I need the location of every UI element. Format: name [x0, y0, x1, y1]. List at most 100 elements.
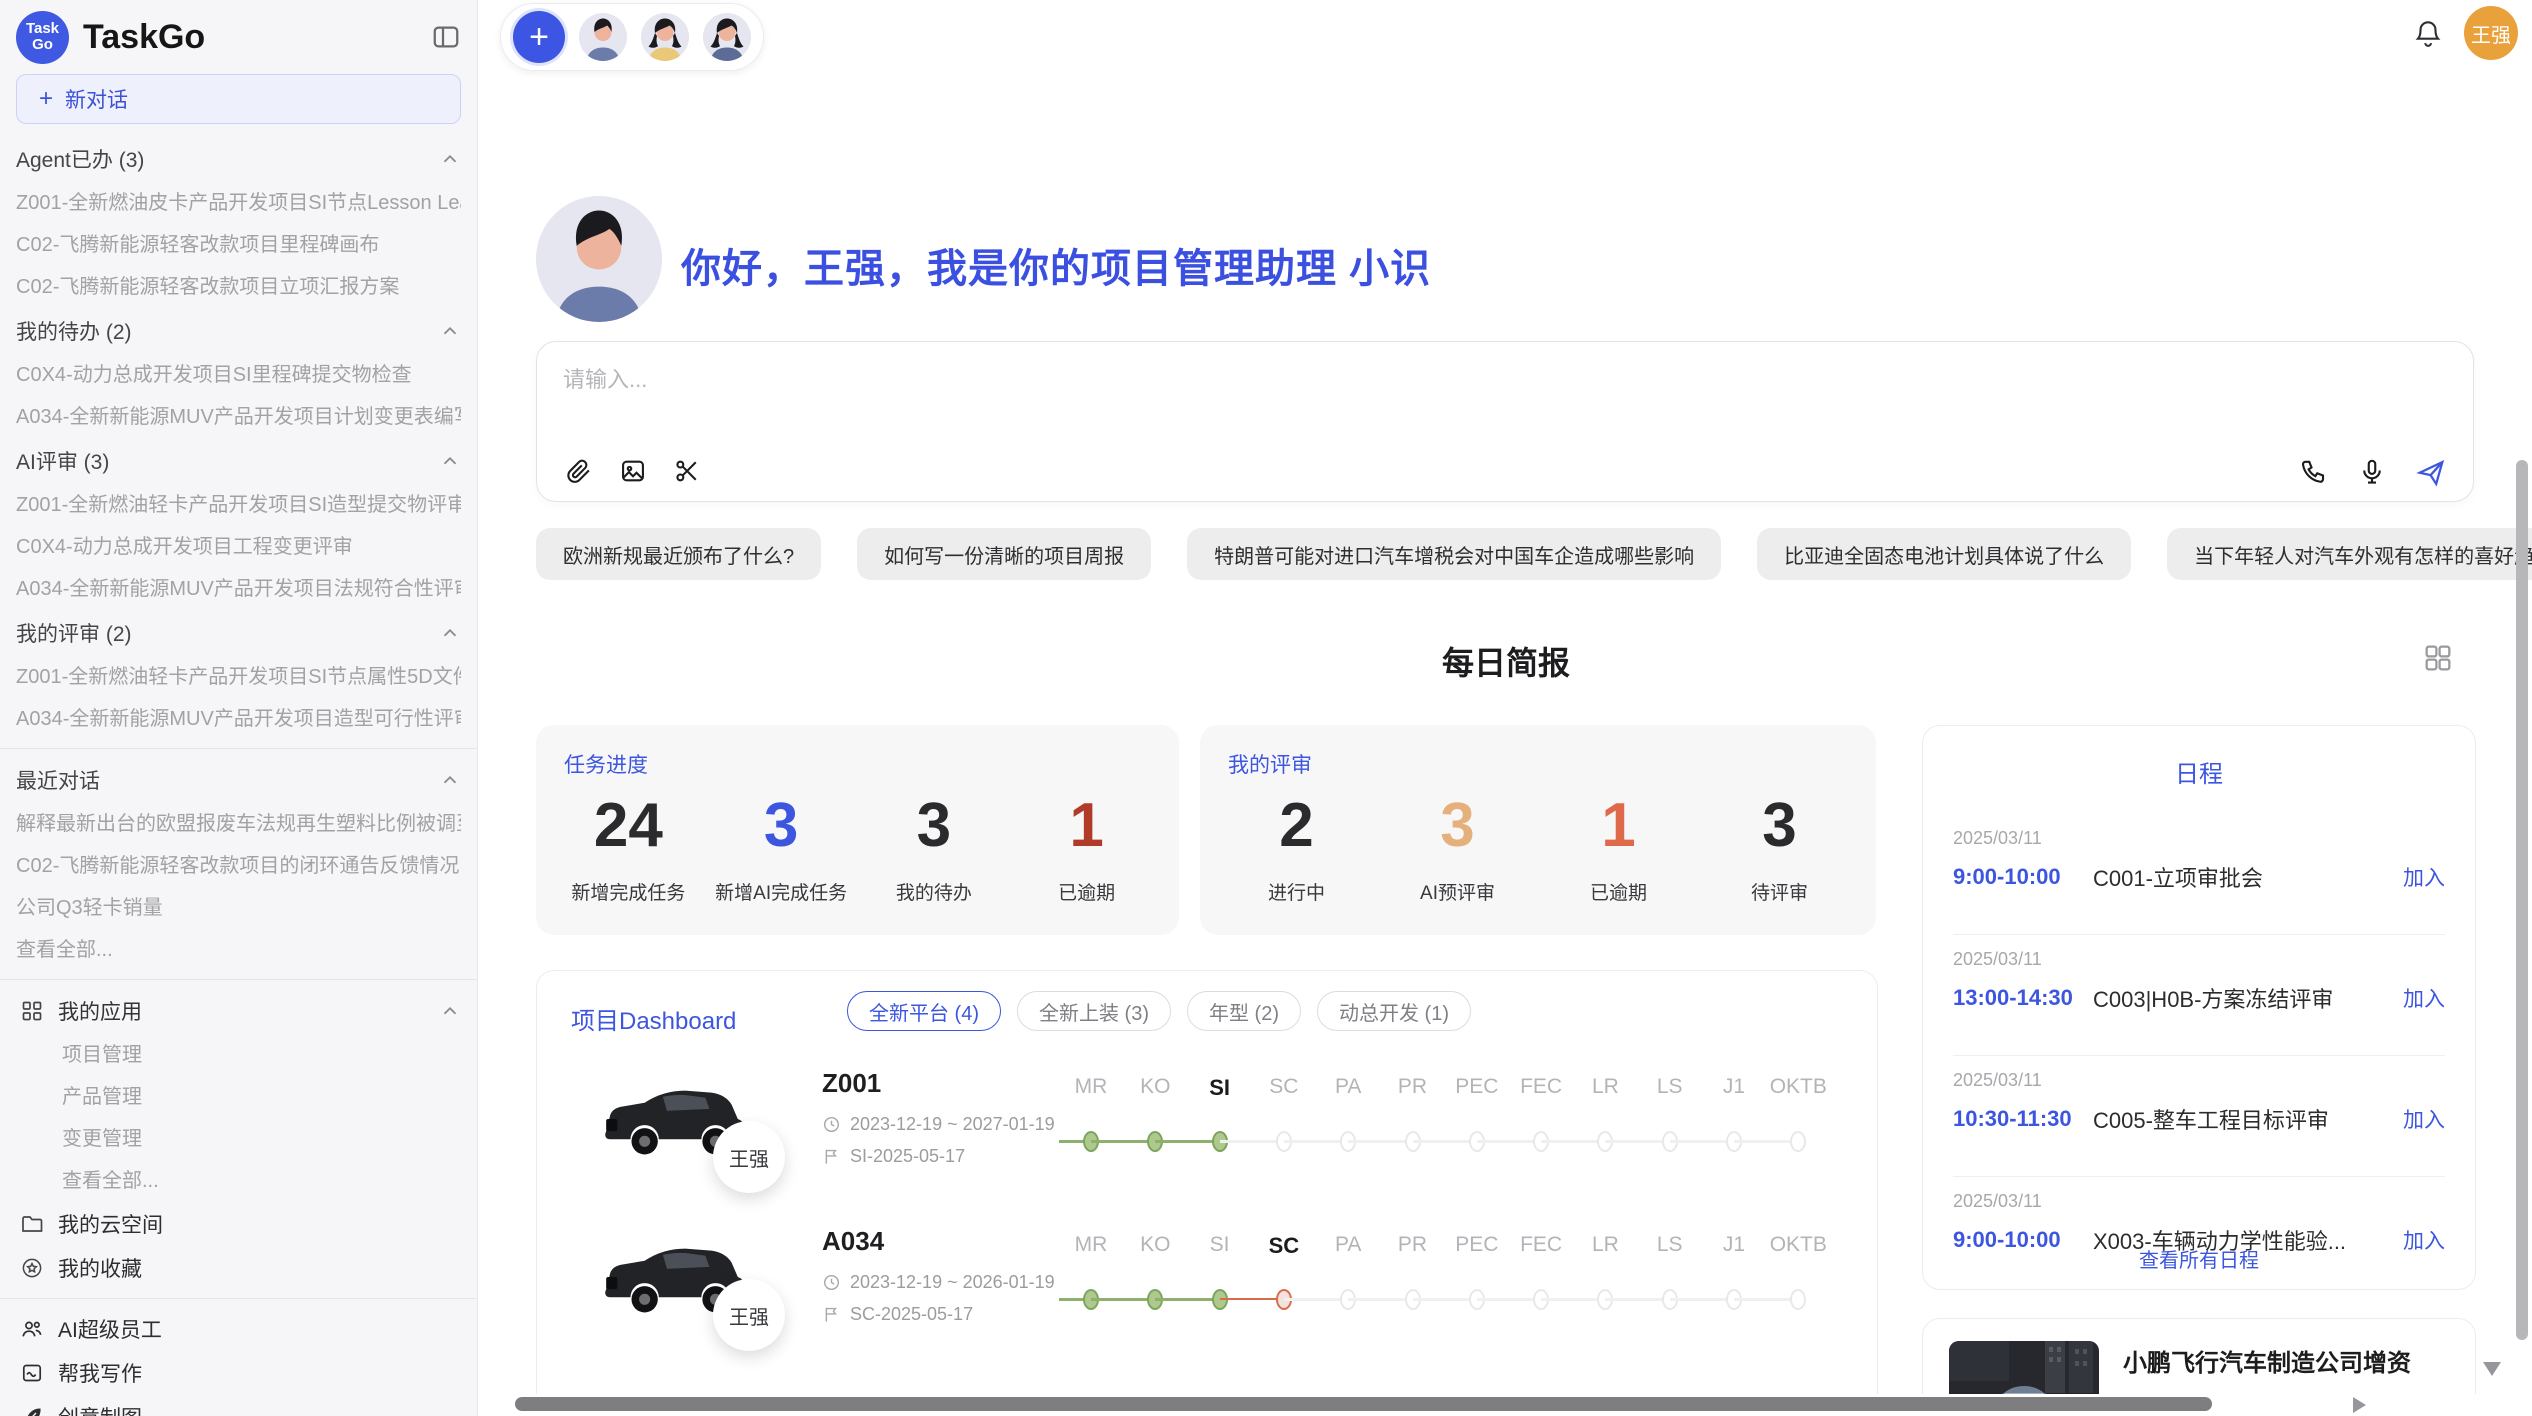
send-icon[interactable]: [2415, 457, 2443, 485]
image-icon[interactable]: [619, 457, 647, 485]
milestone-segment: [1091, 1140, 1155, 1143]
scroll-down-arrow-icon[interactable]: [2483, 1362, 2501, 1376]
tool-label: 我的云空间: [58, 1209, 163, 1239]
milestone-segment: [1541, 1298, 1605, 1301]
logo-line1: Task: [26, 21, 59, 37]
sidebar-task-item[interactable]: A034-全新新能源MUV产品开发项目法规符合性评审: [16, 568, 461, 610]
stat-label: 进行中: [1216, 878, 1377, 905]
write-icon: [20, 1361, 44, 1385]
recent-chat-item[interactable]: 解释最新出台的欧盟报废车法规再生塑料比例被调至15%...: [16, 803, 461, 845]
tool-label: 创意制图: [58, 1402, 142, 1416]
vertical-scrollbar-thumb[interactable]: [2516, 460, 2528, 1340]
stat-label: 待评审: [1699, 878, 1860, 905]
sidebar-task-item[interactable]: A034-全新新能源MUV产品开发项目造型可行性评审: [16, 698, 461, 740]
stat-label: AI预评审: [1377, 878, 1538, 905]
sidebar-task-item[interactable]: Z001-全新燃油皮卡产品开发项目SI节点Lesson Learn报告: [16, 182, 461, 224]
milestone-segment: [1477, 1298, 1541, 1301]
recent-chat-item[interactable]: 公司Q3轻卡销量: [16, 887, 461, 929]
sidebar-tool-write[interactable]: 帮我写作: [16, 1351, 461, 1395]
my-apps-header[interactable]: 我的应用: [16, 988, 461, 1034]
sidebar-task-item[interactable]: C0X4-动力总成开发项目工程变更评审: [16, 526, 461, 568]
milestone-segment: [1670, 1140, 1734, 1143]
composer-send-tools: [2299, 457, 2443, 485]
avatar[interactable]: [641, 13, 689, 61]
stat-value: 24: [552, 793, 705, 858]
sidebar-section-header[interactable]: 我的待办 (2): [16, 308, 461, 354]
composer-attach-tools: [565, 457, 701, 485]
app-link[interactable]: 项目管理: [16, 1034, 461, 1076]
phone-icon[interactable]: [2299, 457, 2327, 485]
suggestion-chip[interactable]: 特朗普可能对进口汽车增税会对中国车企造成哪些影响: [1187, 528, 1721, 580]
my-favorites[interactable]: 我的收藏: [16, 1246, 461, 1290]
view-all-schedule-link[interactable]: 查看所有日程: [1923, 1244, 2475, 1273]
app-link[interactable]: 产品管理: [16, 1076, 461, 1118]
suggestion-chip[interactable]: 如何写一份清晰的项目周报: [857, 528, 1151, 580]
join-meeting-link[interactable]: 加入: [2403, 983, 2445, 1013]
sidebar-task-item[interactable]: C02-飞腾新能源轻客改款项目立项汇报方案: [16, 266, 461, 308]
sidebar-section-header[interactable]: Agent已办 (3): [16, 136, 461, 182]
milestone-label: PEC: [1444, 1233, 1510, 1257]
stat: 3待评审: [1699, 793, 1860, 905]
suggestion-chip[interactable]: 比亚迪全固态电池计划具体说了什么: [1757, 528, 2131, 580]
horizontal-scrollbar-thumb[interactable]: [515, 1397, 2212, 1411]
schedule-title: 日程: [1923, 754, 2475, 789]
sidebar-collapse-icon[interactable]: [431, 22, 461, 52]
stat-value: 3: [1377, 793, 1538, 858]
chevron-up-icon[interactable]: [439, 622, 461, 644]
scissors-icon[interactable]: [673, 457, 701, 485]
assistant-avatar: [536, 196, 662, 322]
recent-chats-header[interactable]: 最近对话: [16, 757, 461, 803]
project-row[interactable]: 王强A0342023-12-19 ~ 2026-01-19SC-2025-05-…: [537, 1219, 1877, 1371]
sidebar-task-item[interactable]: Z001-全新燃油轻卡产品开发项目SI造型提交物评审: [16, 484, 461, 526]
chevron-up-icon[interactable]: [439, 148, 461, 170]
milestone-segment: [1348, 1298, 1412, 1301]
microphone-icon[interactable]: [2357, 457, 2385, 485]
suggestion-chip[interactable]: 当下年轻人对汽车外观有怎样的喜好趋势: [2167, 528, 2532, 580]
schedule-event: 2025/03/1110:30-11:30C005-整车工程目标评审加入: [1953, 1056, 2445, 1177]
sidebar-section-header[interactable]: AI评审 (3): [16, 438, 461, 484]
recent-chat-item[interactable]: C02-飞腾新能源轻客改款项目的闭环通告反馈情况: [16, 845, 461, 887]
sidebar-tool-people[interactable]: AI超级员工: [16, 1307, 461, 1351]
recent-view-all-link[interactable]: 查看全部...: [16, 929, 461, 971]
chevron-up-icon[interactable]: [439, 320, 461, 342]
schedule-event: 2025/03/119:00-10:00X003-车辆动力学性能验...加入: [1953, 1177, 2445, 1298]
section-title: Agent已办 (3): [16, 144, 144, 174]
avatar[interactable]: [703, 13, 751, 61]
attachment-icon[interactable]: [565, 457, 593, 485]
scroll-right-arrow-icon[interactable]: [2353, 1397, 2366, 1413]
my-cloud-space[interactable]: 我的云空间: [16, 1202, 461, 1246]
project-row[interactable]: 王强Z0012023-12-19 ~ 2027-01-19SI-2025-05-…: [537, 1061, 1877, 1213]
notification-bell-icon[interactable]: [2412, 18, 2444, 50]
sidebar-task-item[interactable]: A034-全新新能源MUV产品开发项目计划变更表编写: [16, 396, 461, 438]
sidebar-task-item[interactable]: Z001-全新燃油轻卡产品开发项目SI节点属性5D文件评审: [16, 656, 461, 698]
chevron-up-icon[interactable]: [439, 450, 461, 472]
user-avatar[interactable]: 王强: [2464, 6, 2518, 60]
tool-label: 我的收藏: [58, 1253, 142, 1283]
logo-line2: Go: [32, 37, 53, 53]
avatar[interactable]: [579, 13, 627, 61]
chevron-up-icon[interactable]: [439, 769, 461, 791]
join-meeting-link[interactable]: 加入: [2403, 862, 2445, 892]
sidebar-task-item[interactable]: C02-飞腾新能源轻客改款项目里程碑画布: [16, 224, 461, 266]
suggestion-chip[interactable]: 欧洲新规最近颁布了什么?: [536, 528, 821, 580]
add-contact-button[interactable]: +: [513, 11, 565, 63]
app-title: TaskGo: [83, 18, 205, 57]
dashboard-tab[interactable]: 全新上装 (3): [1017, 991, 1171, 1031]
milestone-segment: [1541, 1140, 1605, 1143]
join-meeting-link[interactable]: 加入: [2403, 1104, 2445, 1134]
milestone-segment: [1477, 1140, 1541, 1143]
star-badge-icon: [20, 1256, 44, 1280]
chat-input[interactable]: [563, 362, 2443, 432]
sidebar-section-header[interactable]: 我的评审 (2): [16, 610, 461, 656]
sidebar-tool-feather[interactable]: 创意制图: [16, 1395, 461, 1416]
app-link[interactable]: 变更管理: [16, 1118, 461, 1160]
new-chat-button[interactable]: + 新对话: [16, 74, 461, 124]
sidebar-task-item[interactable]: C0X4-动力总成开发项目SI里程碑提交物检查: [16, 354, 461, 396]
dashboard-tab[interactable]: 动总开发 (1): [1317, 991, 1471, 1031]
milestone-segment: [1605, 1298, 1669, 1301]
chevron-up-icon[interactable]: [439, 1000, 461, 1022]
dashboard-tab[interactable]: 年型 (2): [1187, 991, 1301, 1031]
apps-view-all-link[interactable]: 查看全部...: [16, 1160, 461, 1202]
layout-grid-icon[interactable]: [2422, 642, 2454, 674]
dashboard-tab[interactable]: 全新平台 (4): [847, 991, 1001, 1031]
